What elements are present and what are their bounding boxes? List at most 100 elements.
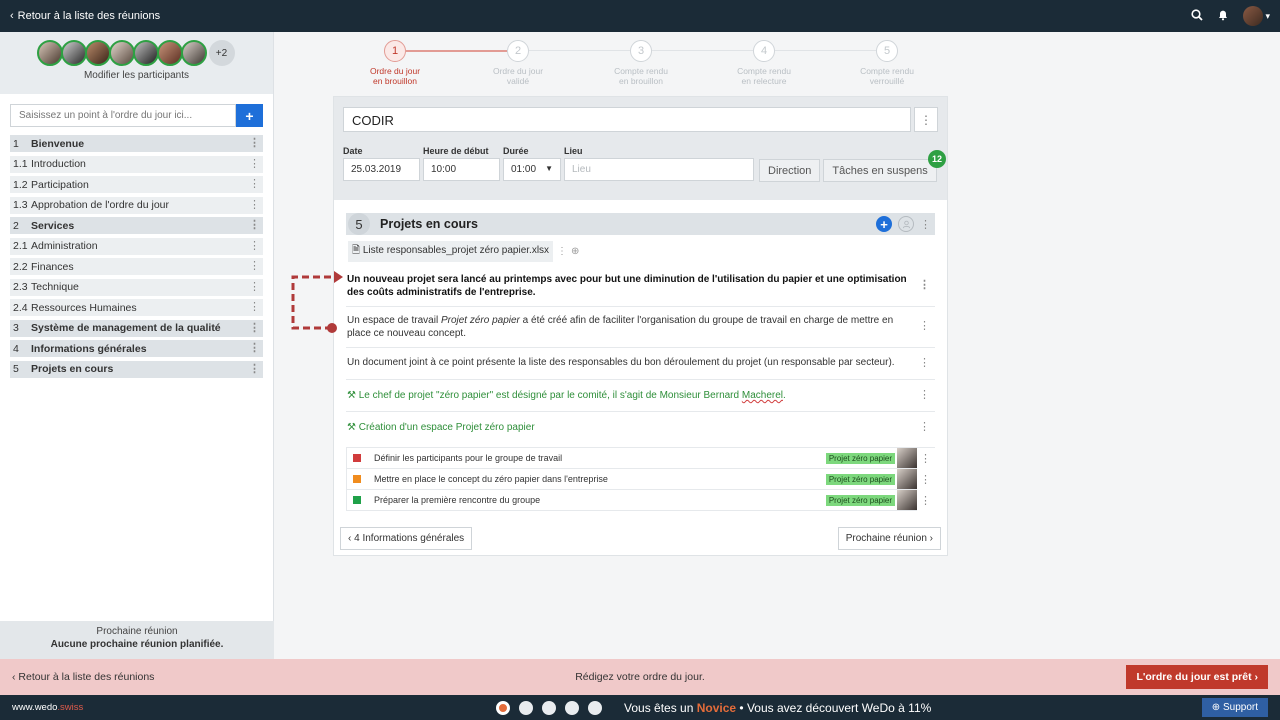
note-paragraph[interactable]: Un document joint à ce point présente la… [346,348,935,380]
task-options-icon[interactable]: ⋮ [920,494,931,507]
date-input[interactable]: 25.03.2019 [343,158,420,181]
top-bar: ‹ Retour à la liste des réunions ▾ [0,0,1280,32]
attachment-options-icon[interactable]: ⋮ [557,246,567,257]
agenda-item[interactable]: 5 Projets en cours ⋮ [10,360,263,378]
agenda-item[interactable]: 3 Système de management de la qualité ⋮ [10,319,263,337]
task-workspace-tag[interactable]: Projet zéro papier [825,452,895,464]
user-menu[interactable]: ▾ [1243,6,1270,26]
agenda-item[interactable]: 4 Informations générales ⋮ [10,340,263,357]
edit-participants-link[interactable]: Modifier les participants [84,70,189,81]
agenda-item[interactable]: 2 Services ⋮ [10,217,263,234]
task-options-icon[interactable]: ⋮ [920,473,931,486]
step-number: 2 [507,40,529,62]
agenda-item-options-icon[interactable]: ⋮ [249,281,260,293]
agenda-item[interactable]: 1.2 Participation ⋮ [10,176,263,193]
task-row[interactable]: Mettre en place le concept du zéro papie… [346,469,931,490]
step-number: 5 [876,40,898,62]
progress-dot[interactable] [496,700,510,715]
next-meeting-button[interactable]: Prochaine réunion › [837,527,941,550]
task-status-square[interactable] [353,496,361,504]
note-paragraph[interactable]: Un nouveau projet sera lancé au printemp… [346,266,935,307]
support-label: Support [1222,702,1258,713]
task-options-icon[interactable]: ⋮ [920,452,931,465]
agenda-item[interactable]: 2.1 Administration ⋮ [10,237,263,255]
bottom-back-link[interactable]: ‹ Retour à la liste des réunions [12,671,154,683]
previous-section-button[interactable]: ‹ 4 Informations générales [340,527,473,550]
start-time-input[interactable]: 10:00 [423,158,500,181]
place-input[interactable]: Lieu [564,158,754,181]
task-assignee-avatar[interactable] [897,448,917,468]
task-assignee-avatar[interactable] [897,490,917,510]
pending-tasks-button[interactable]: Tâches en suspens [823,159,937,182]
agenda-ready-button[interactable]: L'ordre du jour est prêt › [1126,665,1268,689]
brand-logo[interactable]: www.wedo.swiss [12,702,83,713]
agenda-item-options-icon[interactable]: ⋮ [249,342,260,354]
agenda-item-options-icon[interactable]: ⋮ [249,158,260,170]
note-paragraph[interactable]: Un espace de travail Projet zéro papier … [346,307,935,348]
task-row[interactable]: Préparer la première rencontre du groupe… [346,490,931,511]
decision-options-icon[interactable]: ⋮ [919,421,930,434]
agenda-item[interactable]: 2.4 Ressources Humaines ⋮ [10,299,263,316]
back-to-meetings-link[interactable]: ‹ Retour à la liste des réunions [10,10,160,22]
task-assignee-avatar[interactable] [897,469,917,489]
agenda-item-options-icon[interactable]: ⋮ [249,301,260,313]
agenda-item-options-icon[interactable]: ⋮ [249,240,260,252]
decision-item[interactable]: ⚒ Le chef de projet "zéro papier" est dé… [346,380,935,412]
search-icon[interactable] [1191,8,1204,24]
agenda-item-options-icon[interactable]: ⋮ [249,219,260,231]
meeting-title-input[interactable]: CODIR [343,107,911,132]
support-button[interactable]: ⊕ Support [1201,698,1268,717]
progress-dot[interactable] [519,700,533,715]
agenda-item-options-icon[interactable]: ⋮ [249,260,260,272]
meeting-options-button[interactable]: ⋮ [914,107,938,132]
bell-icon[interactable] [1217,9,1229,24]
note-options-icon[interactable]: ⋮ [919,320,930,333]
duration-field: Durée 01:00 ▼ [503,146,561,182]
task-workspace-tag[interactable]: Projet zéro papier [825,494,895,506]
agenda-item-input[interactable] [10,104,236,127]
agenda-item-options-icon[interactable]: ⋮ [249,322,260,334]
workflow-step[interactable]: 4 Compte rendu en relecture [724,40,804,86]
step-label-line1: Ordre du jour [369,66,421,76]
duration-select[interactable]: 01:00 ▼ [503,158,561,181]
workflow-step[interactable]: 3 Compte rendu en brouillon [601,40,681,86]
workflow-step[interactable]: 1 Ordre du jour en brouillon [355,40,435,86]
participant-avatars[interactable]: +2 [36,40,235,66]
add-content-button[interactable]: + [876,216,892,232]
participants-panel: +2 Modifier les participants [0,32,273,94]
more-participants-badge[interactable]: +2 [208,40,235,66]
progress-dot[interactable] [565,700,579,715]
step-number: 3 [630,40,652,62]
task-status-square[interactable] [353,475,361,483]
agenda-item[interactable]: 1 Bienvenue ⋮ [10,135,263,152]
attachment-chip[interactable]: 🗎 Liste responsables_projet zéro papier.… [348,241,554,262]
task-workspace-tag[interactable]: Projet zéro papier [825,473,895,485]
agenda-item-options-icon[interactable]: ⋮ [249,137,260,149]
participant-avatar [156,40,183,66]
workflow-step[interactable]: 5 Compte rendu verrouillé [847,40,927,86]
task-row[interactable]: Définir les participants pour le groupe … [346,448,931,469]
assign-person-icon[interactable] [898,216,914,232]
progress-dot[interactable] [588,700,602,715]
agenda-item[interactable]: 2.2 Finances ⋮ [10,258,263,275]
add-agenda-item-button[interactable]: + [236,104,263,127]
add-attachment-icon[interactable]: ⊕ [571,246,579,257]
agenda-item-options-icon[interactable]: ⋮ [249,199,260,211]
footer: www.wedo.swiss Vous êtes un Novice • Vou… [0,695,1280,720]
decision-item[interactable]: ⚒ Création d'un espace Projet zéro papie… [346,412,935,443]
note-options-icon[interactable]: ⋮ [919,279,930,292]
task-status-square[interactable] [353,454,361,462]
decision-options-icon[interactable]: ⋮ [919,389,930,402]
direction-button[interactable]: Direction [759,159,821,182]
note-options-icon[interactable]: ⋮ [919,357,930,370]
agenda-item[interactable]: 1.1 Introduction ⋮ [10,155,263,173]
bottom-back-label: Retour à la liste des réunions [18,671,155,683]
agenda-item-options-icon[interactable]: ⋮ [249,178,260,190]
agenda-item-options-icon[interactable]: ⋮ [249,363,260,375]
workflow-step[interactable]: 2 Ordre du jour validé [478,40,558,86]
agenda-item-number: 3 [13,322,19,334]
progress-dot[interactable] [542,700,556,715]
agenda-item[interactable]: 2.3 Technique ⋮ [10,278,263,296]
agenda-item[interactable]: 1.3 Approbation de l'ordre du jour ⋮ [10,196,263,214]
section-options-icon[interactable]: ⋮ [920,218,931,231]
